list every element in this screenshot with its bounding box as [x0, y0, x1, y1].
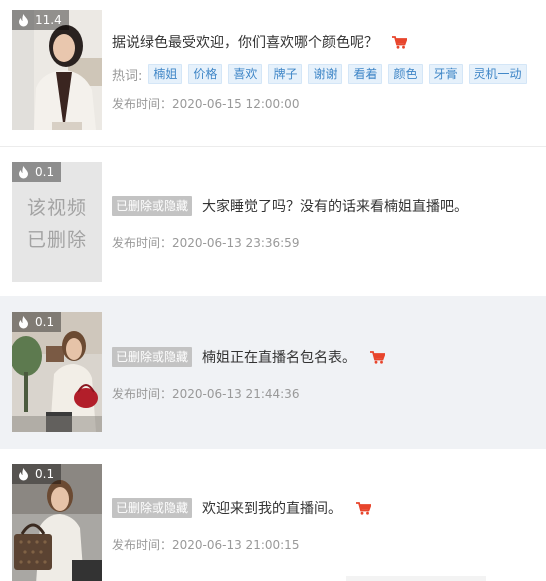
video-title[interactable]: 据说绿色最受欢迎，你们喜欢哪个颜色呢？: [112, 32, 378, 52]
hot-word-tag[interactable]: 牙膏: [428, 64, 463, 84]
heat-badge: 0.1: [12, 464, 62, 484]
heat-value: 0.1: [35, 165, 55, 179]
heat-badge: 0.1: [12, 162, 62, 182]
heat-badge: 11.4: [12, 10, 69, 30]
status-badge: 已删除或隐藏: [112, 347, 193, 367]
publish-time: 发布时间：2020-06-15 12:00:00: [112, 97, 300, 111]
hot-word-tag[interactable]: 楠姐: [148, 64, 183, 84]
hot-word-tag[interactable]: 灵机一动: [468, 64, 527, 84]
hot-word-tag[interactable]: 看着: [348, 64, 383, 84]
video-title[interactable]: 楠姐正在直播名包名表。: [202, 347, 356, 367]
flame-icon: [19, 467, 28, 480]
flame-icon: [19, 13, 28, 26]
heat-badge: 0.1: [12, 312, 62, 332]
deleted-line-1: 该视频: [26, 197, 87, 219]
heat-value: 11.4: [35, 13, 62, 27]
publish-time: 发布时间：2020-06-13 23:36:59: [112, 236, 300, 250]
hot-word-tag[interactable]: 牌子: [268, 64, 303, 84]
hot-word-tag[interactable]: 颜色: [388, 64, 423, 84]
flame-icon: [19, 315, 28, 328]
list-item[interactable]: 0.1 已删除或隐藏 楠姐正在直播名包名表。 发布时间：2020-06-13 2…: [0, 296, 546, 449]
shopping-cart-icon[interactable]: [356, 501, 372, 515]
list-item[interactable]: 0.1 已删除或隐藏 欢迎来到我的直播间。 发布时间：2020-06-13 21…: [0, 449, 546, 581]
shopping-cart-icon[interactable]: [392, 35, 407, 49]
heat-value: 0.1: [35, 315, 55, 329]
hot-words: 热词: 楠姐 价格 喜欢 牌子 谢谢 看着 颜色 牙膏 灵机一动: [112, 64, 533, 84]
video-list: 11.4 据说绿色最受欢迎，你们喜欢哪个颜色呢？ 热词: 楠姐 价格 喜欢 牌子…: [0, 0, 546, 581]
shopping-cart-icon[interactable]: [370, 350, 386, 364]
publish-time: 发布时间：2020-06-13 21:44:36: [112, 387, 300, 401]
video-deleted-notice: 该视频 已删除: [12, 192, 102, 256]
video-title[interactable]: 欢迎来到我的直播间。: [202, 498, 342, 518]
list-item[interactable]: 0.1 该视频 已删除 已删除或隐藏 大家睡觉了吗？没有的话来看楠姐直播吧。 发…: [0, 147, 546, 296]
hot-word-tag[interactable]: 谢谢: [308, 64, 343, 84]
hot-word-tag[interactable]: 价格: [188, 64, 223, 84]
video-thumbnail-deleted: 0.1 该视频 已删除: [12, 162, 102, 282]
hot-word-tag[interactable]: 喜欢: [228, 64, 263, 84]
deleted-line-2: 已删除: [26, 229, 87, 251]
hot-words-label: 热词:: [112, 68, 143, 84]
list-item[interactable]: 11.4 据说绿色最受欢迎，你们喜欢哪个颜色呢？ 热词: 楠姐 价格 喜欢 牌子…: [0, 0, 546, 146]
status-badge: 已删除或隐藏: [112, 498, 193, 518]
status-badge: 已删除或隐藏: [112, 196, 193, 216]
publish-time: 发布时间：2020-06-13 21:00:15: [112, 538, 300, 552]
video-title[interactable]: 大家睡觉了吗？没有的话来看楠姐直播吧。: [202, 196, 468, 216]
flame-icon: [19, 165, 28, 178]
video-thumbnail[interactable]: 0.1: [12, 312, 102, 432]
heat-value: 0.1: [35, 467, 55, 481]
video-thumbnail[interactable]: 0.1: [12, 464, 102, 581]
video-thumbnail[interactable]: 11.4: [12, 10, 102, 130]
next-item-edge: [346, 576, 486, 581]
